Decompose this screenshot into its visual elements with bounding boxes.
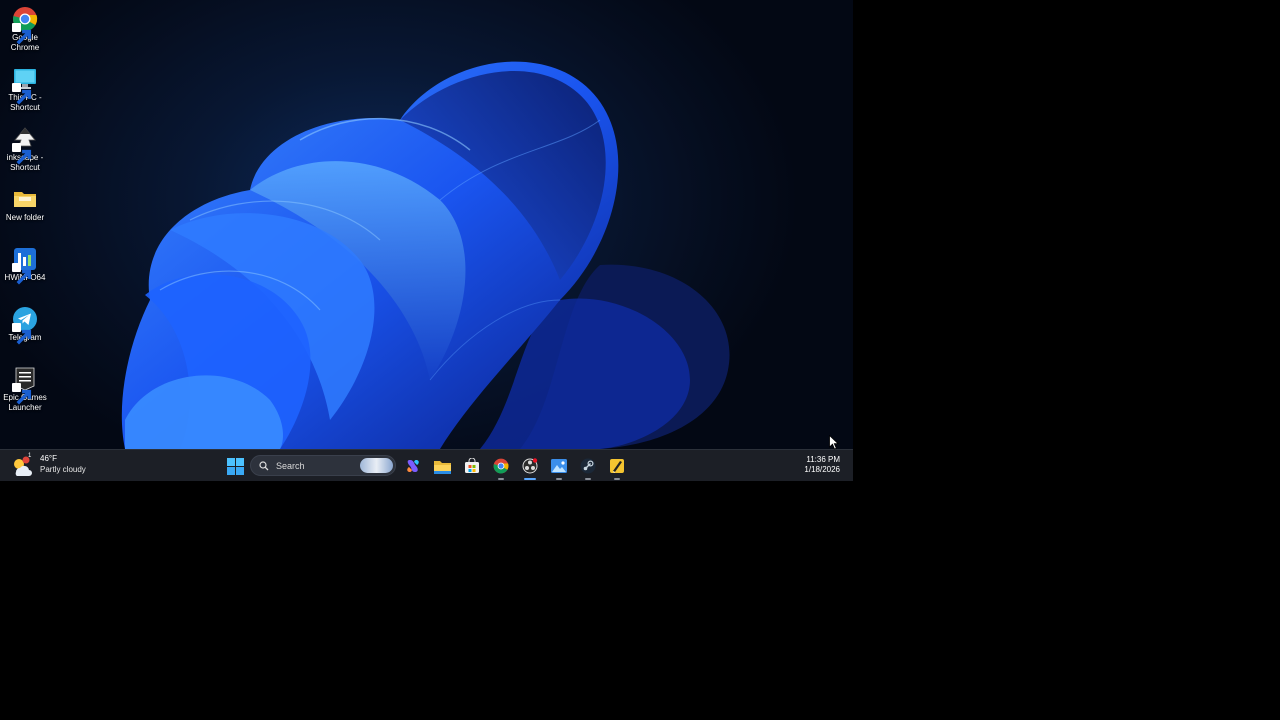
desktop-icon-label: New folder xyxy=(5,213,45,222)
taskbar-steam[interactable] xyxy=(576,450,600,481)
mouse-cursor-icon xyxy=(829,435,839,450)
clock-time: 11:36 PM xyxy=(806,455,840,464)
inkscape-icon xyxy=(610,459,624,473)
start-button[interactable] xyxy=(222,450,248,481)
folder-icon xyxy=(14,192,36,207)
running-indicator xyxy=(614,478,620,480)
taskbar-copilot[interactable] xyxy=(401,450,425,481)
desktop-icon-telegram[interactable]: Telegram xyxy=(0,302,50,345)
chrome-icon xyxy=(493,458,509,474)
taskbar-chrome[interactable] xyxy=(489,450,513,481)
shortcut-arrow-icon xyxy=(12,323,32,345)
desktop-icon-epic-games[interactable]: Epic Games Launcher xyxy=(0,362,50,413)
taskbar-inkscape[interactable] xyxy=(605,450,629,481)
weather-temperature: 46°F xyxy=(40,454,57,463)
weather-alert-badge: 1 xyxy=(28,453,32,459)
copilot-icon xyxy=(407,460,419,472)
taskbar-file-explorer[interactable] xyxy=(430,450,454,481)
desktop-icon-hwinfo64[interactable]: HWiNFO64 xyxy=(0,242,50,285)
system-clock[interactable]: 11:36 PM 1/18/2026 xyxy=(804,455,840,475)
desktop-icon-this-pc[interactable]: This PC - Shortcut xyxy=(0,62,50,113)
taskbar-search[interactable]: Search xyxy=(250,455,396,476)
search-icon xyxy=(259,461,269,471)
taskbar: 1 46°F Partly cloudy Search 11:36 PM 1/1… xyxy=(0,449,853,481)
shortcut-arrow-icon xyxy=(12,143,32,165)
bloom-wallpaper-graphic xyxy=(121,61,730,449)
file-explorer-icon xyxy=(433,460,451,474)
start-icon xyxy=(226,457,244,475)
search-placeholder: Search xyxy=(276,461,305,471)
steam-icon xyxy=(580,458,596,474)
running-indicator-active xyxy=(524,478,536,480)
desktop-screen: Google Chrome This PC - Shortcut inkscap… xyxy=(0,0,853,481)
weather-widget[interactable]: 1 46°F Partly cloudy xyxy=(6,450,116,481)
shortcut-arrow-icon xyxy=(12,263,32,285)
running-indicator xyxy=(556,478,562,480)
wallpaper xyxy=(0,0,853,449)
taskbar-microsoft-store[interactable] xyxy=(460,450,484,481)
shortcut-arrow-icon xyxy=(12,83,32,105)
desktop-icon-google-chrome[interactable]: Google Chrome xyxy=(0,2,50,53)
shortcut-arrow-icon xyxy=(12,383,32,405)
obs-icon xyxy=(522,458,538,474)
desktop-icon-new-folder[interactable]: New folder xyxy=(0,182,50,223)
running-indicator xyxy=(498,478,504,480)
photos-icon xyxy=(551,459,567,473)
taskbar-obs[interactable] xyxy=(518,450,542,481)
weather-condition: Partly cloudy xyxy=(40,465,86,474)
search-highlight-image xyxy=(360,458,393,473)
taskbar-photos[interactable] xyxy=(547,450,571,481)
clock-date: 1/18/2026 xyxy=(804,465,840,474)
shortcut-arrow-icon xyxy=(12,23,32,45)
desktop-icon-inkscape[interactable]: inkscape - Shortcut xyxy=(0,122,50,173)
running-indicator xyxy=(585,478,591,480)
microsoft-store-icon xyxy=(465,458,479,473)
